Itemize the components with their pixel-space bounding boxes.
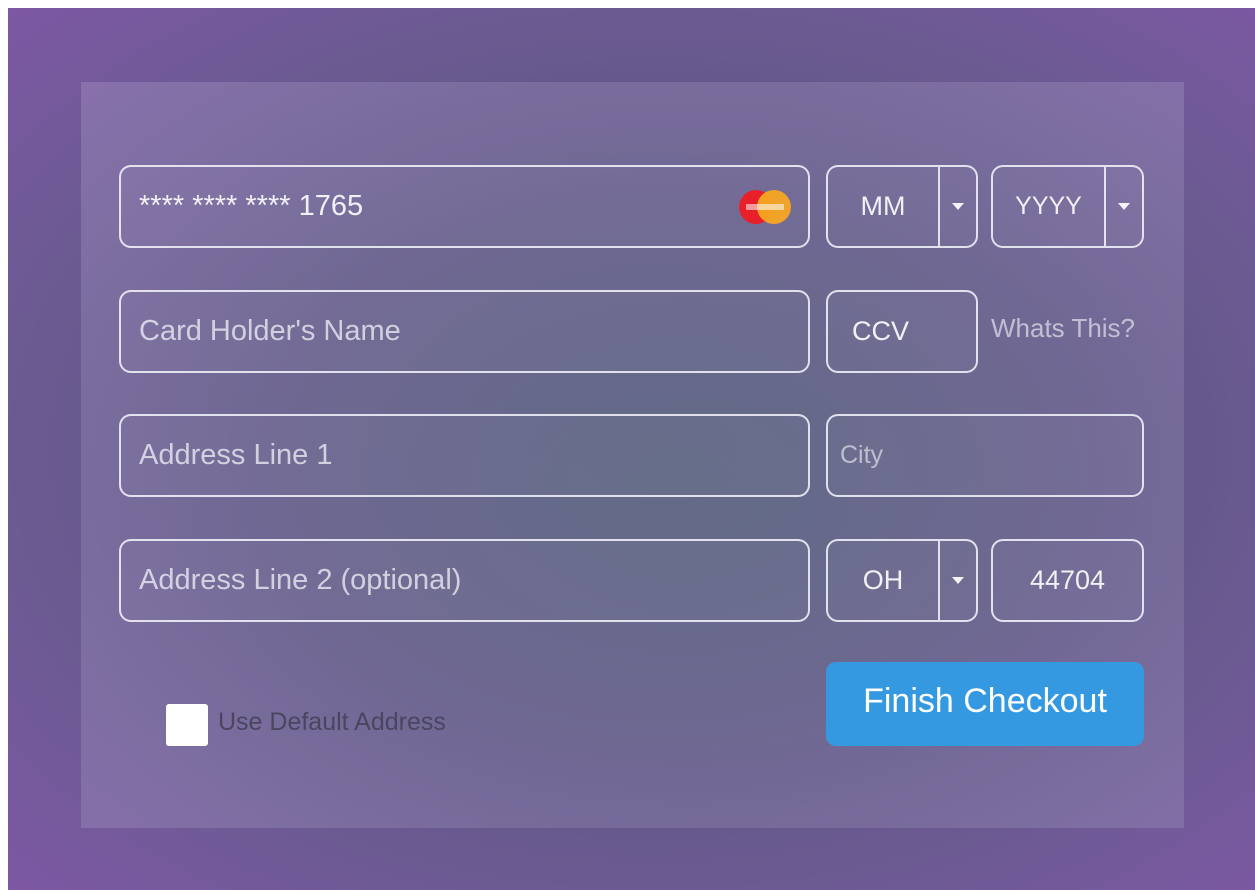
address-line2-input[interactable]: Address Line 2 (optional) — [119, 539, 810, 622]
use-default-address-label: Use Default Address — [218, 708, 446, 736]
zip-input[interactable]: 44704 — [991, 539, 1144, 622]
chevron-down-icon[interactable] — [938, 167, 976, 246]
state-select[interactable]: OH — [826, 539, 978, 622]
whats-this-link[interactable]: Whats This? — [991, 313, 1135, 344]
finish-checkout-button[interactable]: Finish Checkout — [826, 662, 1144, 746]
expiry-year-select[interactable]: YYYY — [991, 165, 1144, 248]
card-number-value: **** **** **** 1765 — [139, 190, 364, 222]
address-line1-input[interactable]: Address Line 1 — [119, 414, 810, 497]
chevron-down-icon[interactable] — [938, 541, 976, 620]
address-line2-placeholder: Address Line 2 (optional) — [139, 564, 462, 596]
expiry-year-value: YYYY — [1015, 192, 1082, 220]
card-holder-placeholder: Card Holder's Name — [139, 315, 401, 347]
card-number-input[interactable]: **** **** **** 1765 — [119, 165, 810, 248]
expiry-month-select[interactable]: MM — [826, 165, 978, 248]
zip-value: 44704 — [1029, 565, 1106, 595]
city-placeholder: City — [840, 441, 884, 469]
expiry-month-value: MM — [860, 191, 906, 221]
address-line1-placeholder: Address Line 1 — [139, 439, 333, 471]
ccv-placeholder: CCV — [852, 316, 910, 346]
chevron-down-icon[interactable] — [1104, 167, 1142, 246]
state-value: OH — [862, 565, 904, 595]
checkout-background: **** **** **** 1765 MM YYYY Card Holder'… — [8, 8, 1255, 890]
mastercard-icon — [734, 188, 796, 226]
card-holder-input[interactable]: Card Holder's Name — [119, 290, 810, 373]
city-input[interactable]: City — [826, 414, 1144, 497]
ccv-input[interactable]: CCV — [826, 290, 978, 373]
use-default-address-checkbox[interactable] — [166, 704, 208, 746]
